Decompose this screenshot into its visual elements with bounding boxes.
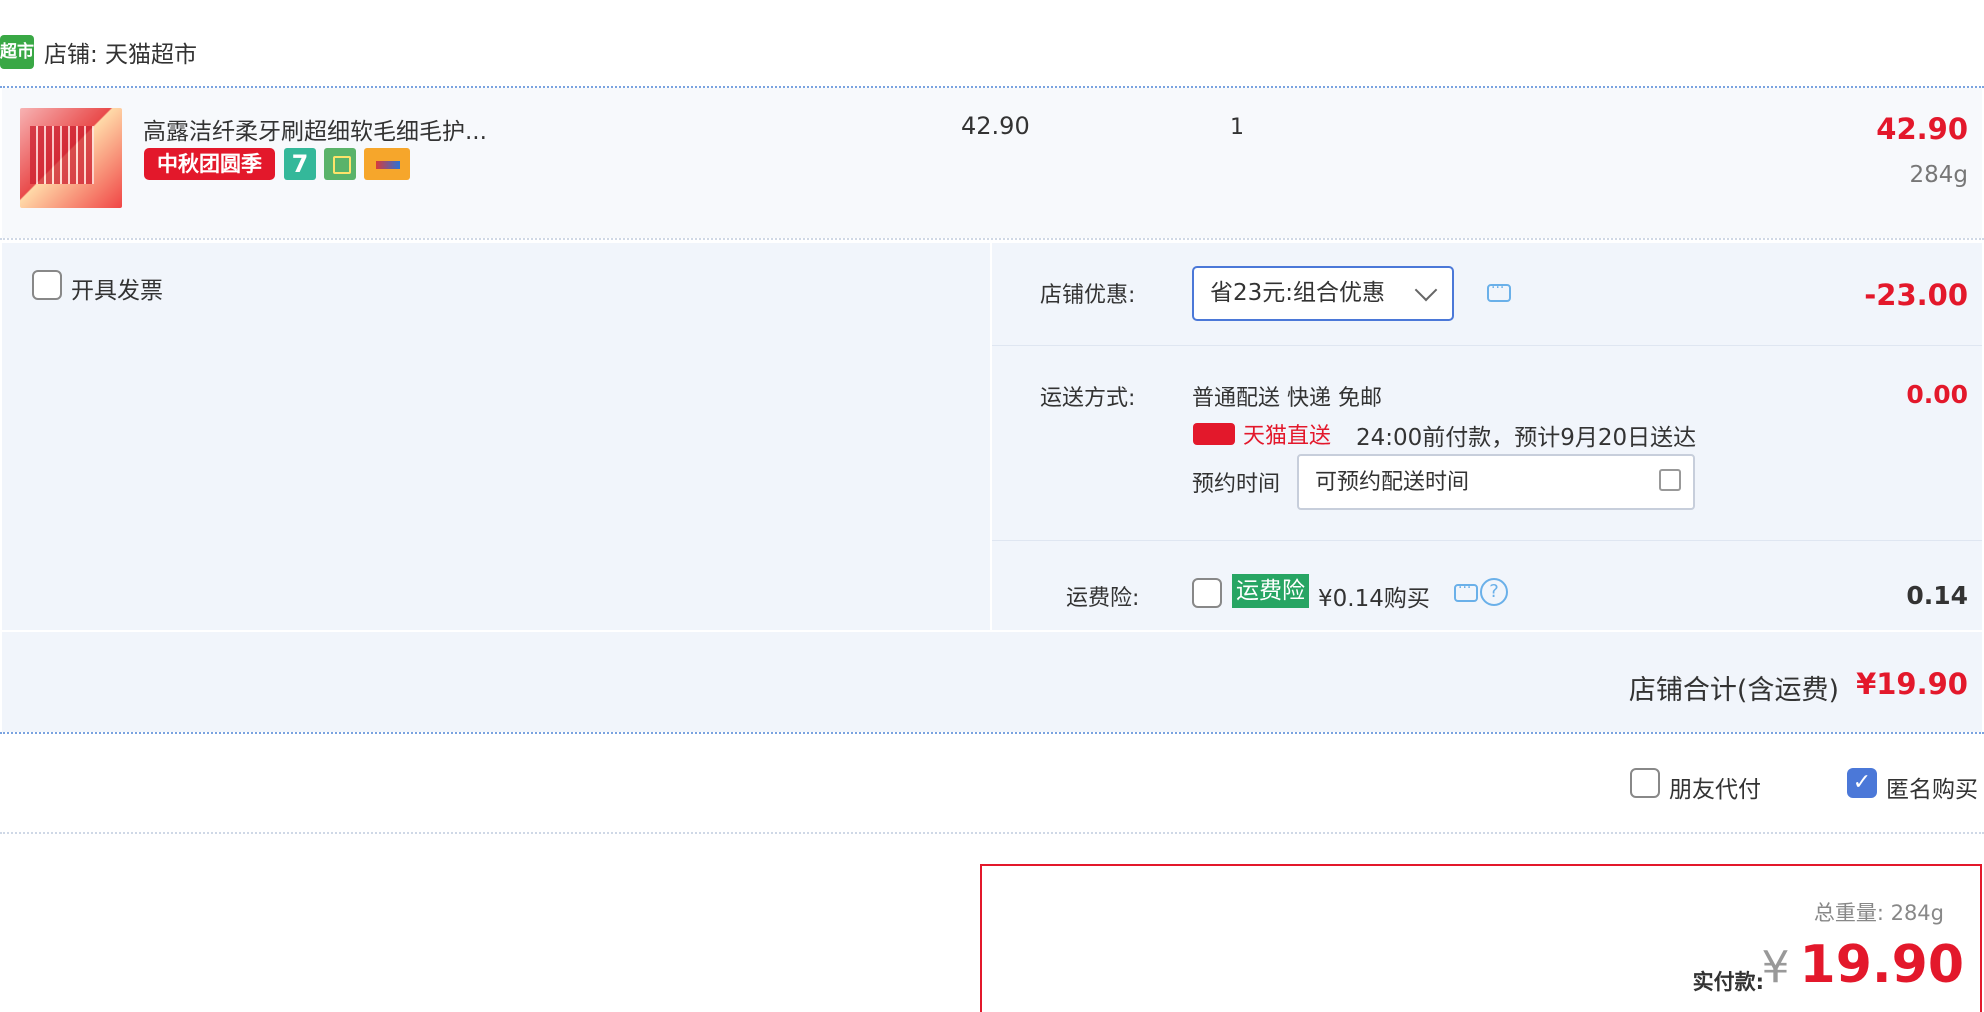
divider	[0, 832, 1984, 834]
anonymous-label[interactable]: 匿名购买	[1886, 770, 1978, 804]
currency-symbol: ¥	[1761, 942, 1790, 993]
product-title[interactable]: 高露洁纤柔牙刷超细软毛细毛护...	[143, 112, 487, 146]
delivery-estimate: 24:00前付款，预计9月20日送达	[1356, 425, 1697, 451]
reserve-time-placeholder: 可预约配送时间	[1315, 470, 1470, 495]
pay-label: 实付款:	[1692, 970, 1764, 994]
insurance-checkbox[interactable]	[1192, 578, 1222, 608]
help-icon[interactable]: ?	[1480, 578, 1508, 606]
unit-price: 42.90	[961, 112, 1030, 140]
shipping-label: 运送方式:	[1040, 386, 1136, 411]
divider	[0, 732, 1984, 734]
credit-card-icon	[364, 148, 410, 180]
insurance-tag: 运费险	[1232, 574, 1309, 608]
shopping-bag-icon	[324, 148, 356, 180]
divider	[992, 540, 1982, 541]
seven-day-return-icon: 7	[284, 148, 316, 180]
pay-amount-value: 19.90	[1799, 935, 1964, 995]
item-subtotal: 42.90	[1876, 112, 1968, 146]
tmall-direct-badge: 天猫直送	[1193, 418, 1331, 450]
promo-tag: 中秋团圆季	[144, 148, 275, 180]
insurance-price: ¥0.14购买	[1318, 586, 1430, 612]
reserve-time-label: 预约时间	[1192, 472, 1281, 497]
friend-pay-checkbox[interactable]	[1630, 768, 1660, 798]
invoice-label[interactable]: 开具发票	[71, 271, 163, 305]
store-total-label: 店铺合计(含运费)	[1628, 675, 1839, 706]
product-thumbnail[interactable]	[20, 108, 122, 208]
total-weight: 总重量: 284g	[1813, 901, 1944, 925]
tmall-direct-label: 天猫直送	[1243, 424, 1332, 449]
chevron-down-icon	[1414, 278, 1438, 302]
quantity: 1	[1230, 115, 1244, 140]
coupon-label: 店铺优惠:	[1040, 283, 1136, 308]
friend-pay-label[interactable]: 朋友代付	[1669, 770, 1761, 804]
reserve-time-input[interactable]: 可预约配送时间	[1297, 454, 1695, 510]
insurance-label: 运费险:	[1066, 586, 1140, 611]
divider	[992, 345, 1982, 346]
coupon-select[interactable]: 省23元:组合优惠	[1192, 266, 1454, 321]
tmall-supermarket-logo-icon: 超市	[0, 35, 34, 69]
shipping-method: 普通配送 快递 免邮	[1192, 386, 1382, 411]
anonymous-checkbox[interactable]: ✓	[1847, 768, 1877, 798]
coupon-amount: -23.00	[1864, 278, 1968, 312]
store-name[interactable]: 店铺: 天猫超市	[44, 35, 197, 69]
tmall-cat-icon	[1193, 423, 1235, 445]
calendar-icon[interactable]	[1659, 469, 1681, 491]
coupon-selected-value: 省23元:组合优惠	[1210, 280, 1386, 306]
item-weight: 284g	[1909, 162, 1969, 188]
message-icon[interactable]	[1454, 580, 1478, 602]
divider	[0, 238, 1984, 240]
store-header: 超市 店铺: 天猫超市	[0, 35, 197, 69]
pay-amount: ¥ 19.90	[1762, 935, 1964, 995]
invoice-checkbox[interactable]	[32, 270, 62, 300]
insurance-amount: 0.14	[1906, 581, 1968, 610]
shipping-fee: 0.00	[1906, 380, 1968, 409]
message-icon[interactable]	[1487, 280, 1511, 302]
store-total-value: ¥19.90	[1856, 667, 1968, 701]
